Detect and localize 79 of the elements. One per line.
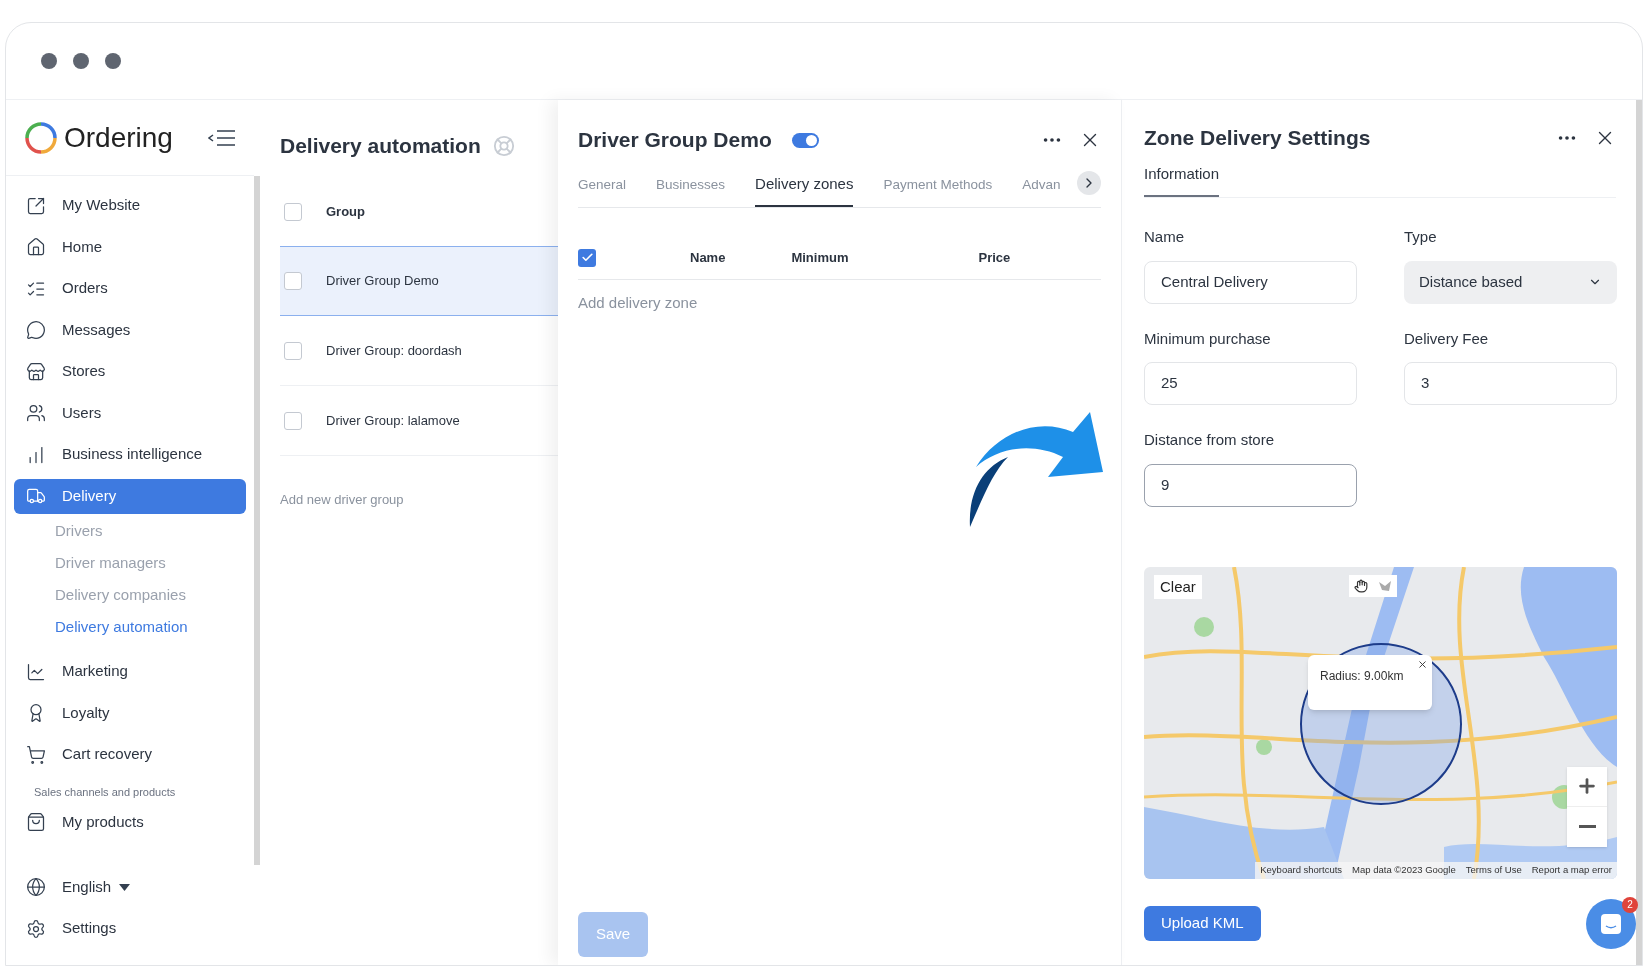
nav-item[interactable]: English bbox=[14, 869, 246, 905]
polygon-icon bbox=[1378, 579, 1392, 592]
text-field[interactable]: 25 bbox=[1144, 362, 1357, 405]
cart-icon bbox=[26, 744, 46, 765]
nav-subitem[interactable]: Delivery automation bbox=[55, 611, 254, 644]
map-footer-link[interactable]: Terms of Use bbox=[1460, 862, 1527, 879]
nav-item[interactable]: Settings bbox=[14, 911, 246, 946]
map-footer-link[interactable]: Report a map error bbox=[1526, 862, 1617, 879]
nav-item[interactable]: Users bbox=[14, 395, 246, 431]
chat-icon bbox=[1599, 911, 1623, 936]
column-header: Group bbox=[326, 203, 365, 222]
group-row[interactable]: Driver Group Demo bbox=[280, 246, 558, 316]
clear-button[interactable]: Clear bbox=[1154, 574, 1202, 599]
nav-item[interactable]: Orders bbox=[14, 271, 246, 306]
close-icon[interactable] bbox=[1417, 658, 1428, 670]
field-label: Name bbox=[1144, 227, 1185, 247]
panel-title: Driver Group Demo bbox=[578, 127, 772, 154]
nav-item[interactable]: Stores bbox=[14, 354, 246, 389]
notification-badge: 2 bbox=[1622, 896, 1638, 913]
checkbox[interactable] bbox=[284, 341, 302, 360]
type-select[interactable]: Distance based bbox=[1404, 260, 1617, 304]
scrollbar[interactable] bbox=[1636, 100, 1642, 965]
nav-item[interactable]: My products bbox=[14, 804, 246, 840]
text-field[interactable]: Central Delivery bbox=[1144, 260, 1357, 304]
field-label: Type bbox=[1404, 227, 1438, 247]
scroll-right-button[interactable] bbox=[1077, 171, 1101, 195]
field-label: Distance from store bbox=[1144, 430, 1276, 450]
column-header: Name bbox=[690, 248, 726, 267]
nav-item[interactable]: Home bbox=[14, 229, 246, 265]
nav-item[interactable]: Delivery bbox=[14, 478, 246, 514]
settings-icon bbox=[26, 918, 46, 939]
caret-icon bbox=[119, 883, 131, 891]
chat-button[interactable]: 2 bbox=[1586, 898, 1636, 949]
users-icon bbox=[26, 403, 46, 423]
group-name: Driver Group: lalamove bbox=[326, 411, 460, 430]
speech-bubble-icon bbox=[26, 320, 46, 340]
store-icon bbox=[26, 361, 46, 382]
home-icon bbox=[26, 237, 46, 257]
map-footer-link[interactable]: Keyboard shortcuts bbox=[1255, 862, 1348, 879]
nav-item[interactable]: Messages bbox=[14, 312, 246, 348]
globe-icon bbox=[26, 877, 46, 897]
logo-text: Ordering bbox=[64, 120, 173, 155]
nav-item[interactable]: Business intelligence bbox=[14, 437, 246, 472]
logo-icon bbox=[24, 120, 58, 155]
bag-icon bbox=[26, 812, 46, 832]
text-field[interactable]: 3 bbox=[1404, 362, 1617, 405]
group-name: Driver Group Demo bbox=[326, 272, 439, 291]
scrollbar[interactable] bbox=[254, 176, 260, 865]
map-footer-link[interactable]: Map data ©2023 Google bbox=[1347, 862, 1461, 879]
column-header: Minimum bbox=[791, 248, 849, 267]
toggle-switch[interactable] bbox=[791, 132, 819, 148]
checkbox[interactable] bbox=[284, 411, 302, 430]
field-label: Delivery Fee bbox=[1404, 328, 1490, 349]
group-name: Driver Group: doordash bbox=[326, 341, 462, 360]
upload-kml-button[interactable]: Upload KML bbox=[1144, 906, 1261, 941]
check-icon bbox=[580, 251, 594, 264]
external-link-icon bbox=[26, 195, 46, 216]
column-header: Price bbox=[978, 248, 1011, 267]
field-label: Minimum purchase bbox=[1144, 328, 1272, 349]
panel-title: Zone Delivery Settings bbox=[1144, 125, 1371, 152]
tab[interactable]: Information bbox=[1144, 162, 1220, 197]
panel-title: Delivery automation bbox=[280, 133, 481, 160]
plus-icon bbox=[1576, 775, 1598, 797]
checkbox[interactable] bbox=[284, 203, 302, 221]
text-field[interactable]: 9 bbox=[1144, 463, 1357, 507]
collapse-menu-icon[interactable] bbox=[208, 128, 236, 147]
section-label: Sales channels and products bbox=[33, 785, 177, 800]
hand-icon bbox=[1354, 578, 1368, 593]
checkbox[interactable] bbox=[578, 248, 596, 267]
checkbox[interactable] bbox=[284, 272, 302, 290]
minus-icon bbox=[1578, 825, 1596, 828]
nav-item[interactable]: My Website bbox=[14, 188, 246, 223]
line-chart-icon bbox=[26, 661, 46, 682]
nav-item[interactable]: Marketing bbox=[14, 654, 246, 689]
nav-item[interactable]: Loyalty bbox=[14, 695, 246, 731]
nav-item[interactable]: Cart recovery bbox=[14, 737, 246, 772]
tab[interactable]: Delivery zones bbox=[755, 172, 854, 207]
radius-popup: Radius: 9.00km bbox=[1308, 654, 1432, 710]
truck-icon bbox=[26, 486, 46, 506]
